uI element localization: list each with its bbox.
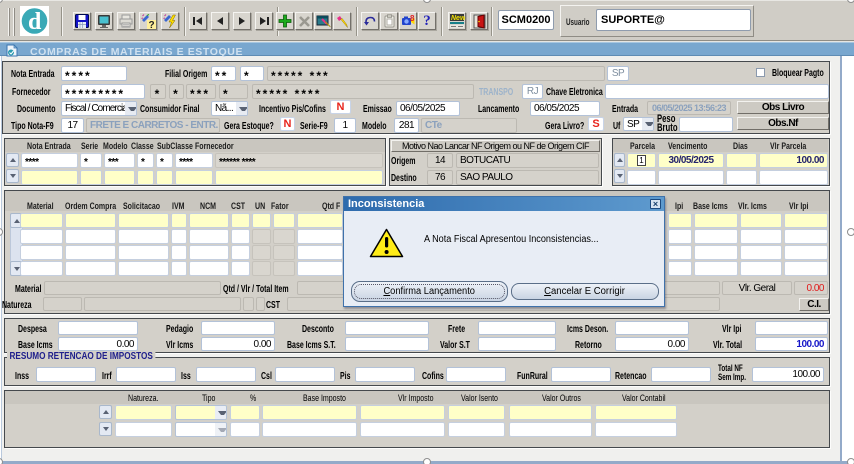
svg-text:New: New bbox=[451, 15, 465, 22]
svg-text:8: 8 bbox=[410, 14, 415, 23]
svg-text:d: d bbox=[28, 9, 42, 35]
svg-text:?: ? bbox=[148, 20, 154, 29]
